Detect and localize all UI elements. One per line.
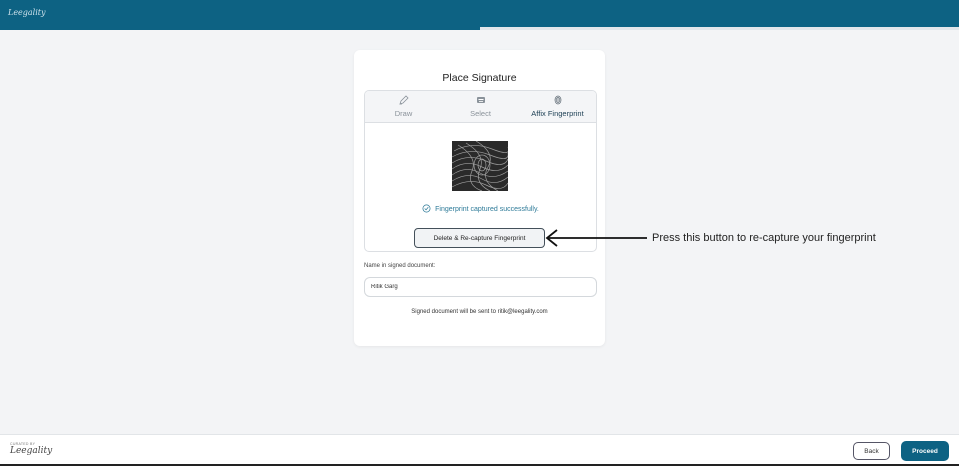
top-bar: Leegality (0, 0, 959, 27)
annotation-arrow (543, 228, 649, 253)
tab-draw[interactable]: Draw (365, 91, 442, 122)
signature-tabs: Draw Select Affix Fingerprint (365, 91, 596, 123)
tab-draw-label: Draw (394, 109, 413, 118)
fingerprint-icon (519, 95, 596, 105)
name-label: Name in signed document: (364, 263, 436, 269)
progress-fill (0, 27, 480, 30)
footer-logo: Leegality (10, 446, 53, 456)
footer-brand: CURATED BY Leegality (10, 442, 52, 456)
tab-affix-fingerprint-label: Affix Fingerprint (531, 109, 584, 118)
header-logo: Leegality (8, 8, 46, 17)
footer: CURATED BY Leegality Back Proceed (0, 434, 959, 467)
proceed-button[interactable]: Proceed (901, 441, 949, 461)
keyboard-icon (442, 95, 519, 105)
annotation-text: Press this button to re-capture your fin… (652, 232, 876, 244)
signature-card: Place Signature Draw Select Affix Finger… (354, 50, 605, 346)
capture-status: Fingerprint captured successfully. (365, 204, 596, 215)
tab-affix-fingerprint[interactable]: Affix Fingerprint (519, 91, 596, 122)
fingerprint-image (451, 140, 509, 192)
email-note: Signed document will be sent to ritik@le… (411, 309, 548, 315)
card-title: Place Signature (442, 72, 517, 84)
tab-select-label: Select (470, 109, 491, 118)
back-button[interactable]: Back (853, 442, 890, 460)
signed-name-input[interactable] (364, 277, 597, 297)
check-circle-icon (422, 204, 431, 215)
pen-icon (365, 95, 442, 105)
progress-bar (0, 27, 959, 30)
tab-select[interactable]: Select (442, 91, 519, 122)
capture-status-text: Fingerprint captured successfully. (435, 206, 539, 213)
recapture-fingerprint-button[interactable]: Delete & Re-capture Fingerprint (414, 228, 545, 248)
